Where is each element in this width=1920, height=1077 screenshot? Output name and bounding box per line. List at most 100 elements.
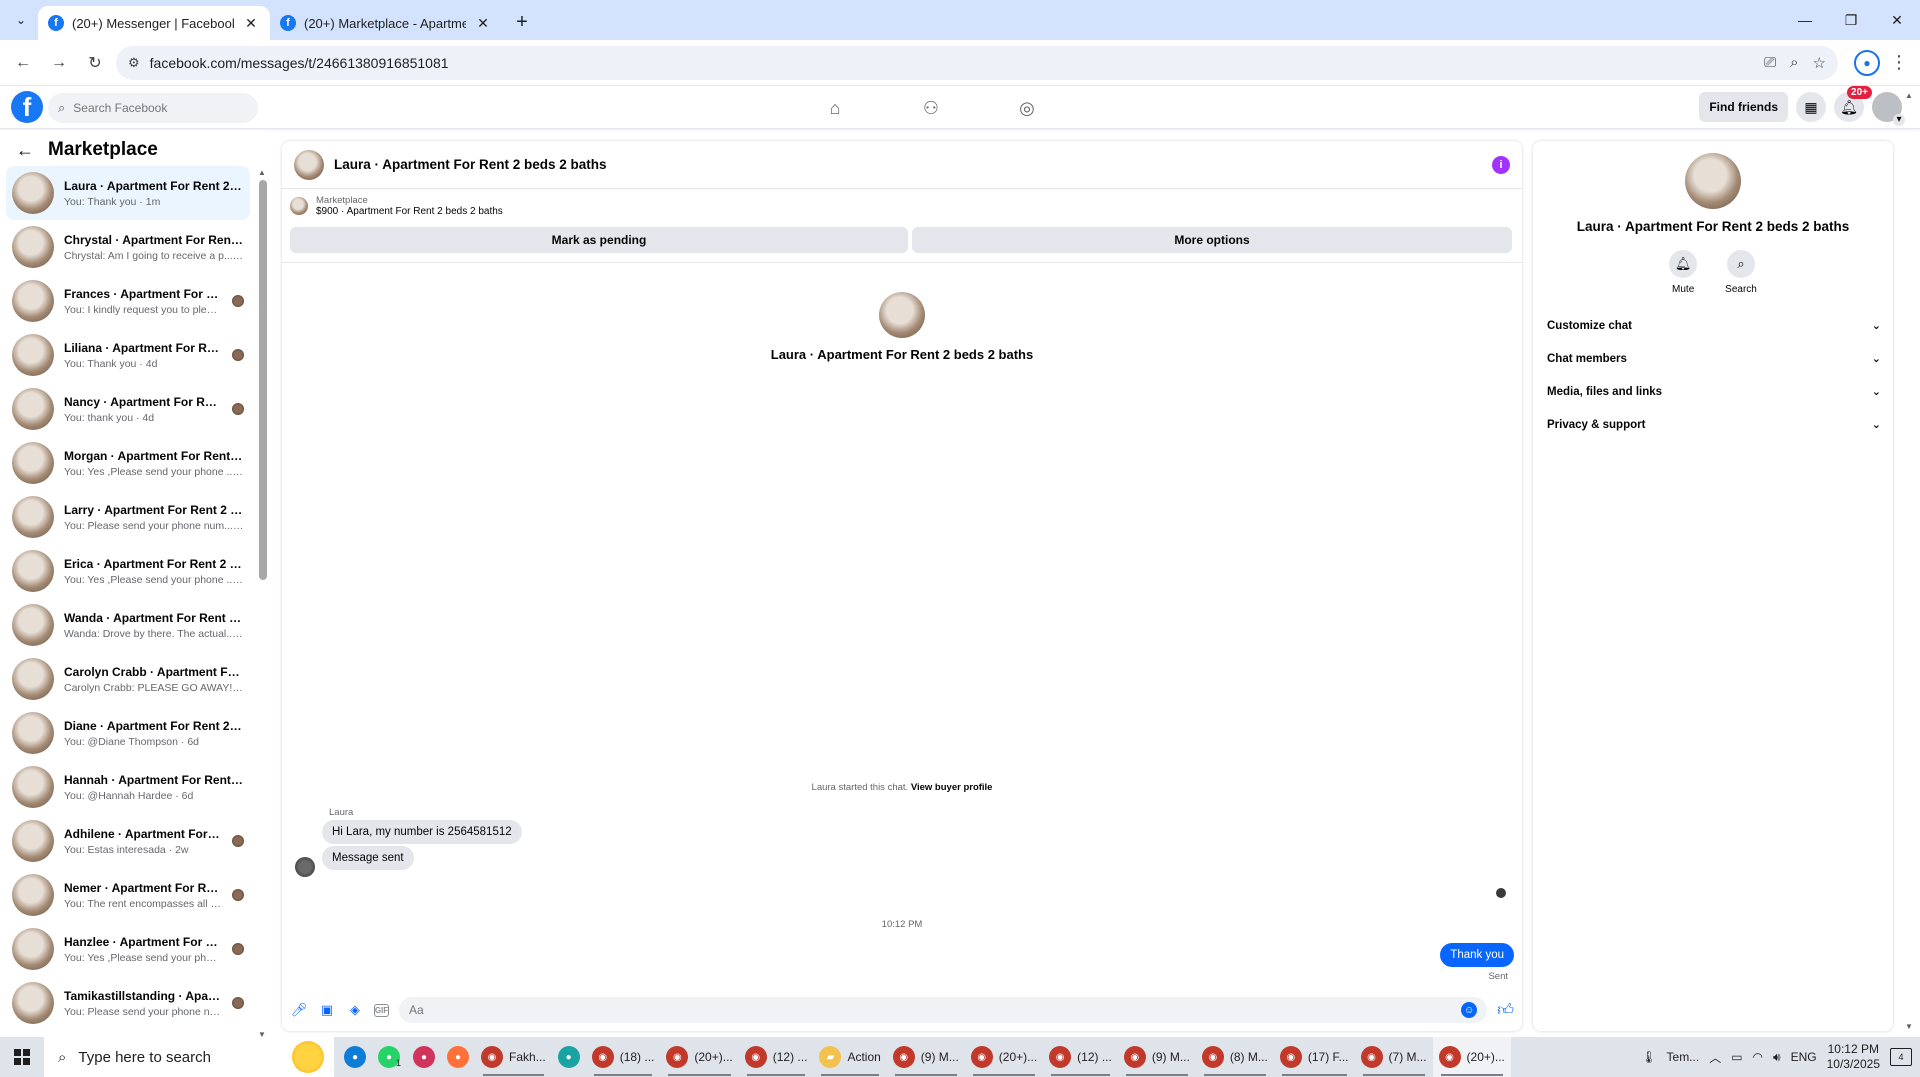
close-window-icon[interactable]: ✕ [1874, 0, 1920, 40]
back-arrow-icon[interactable]: ← [8, 48, 38, 78]
address-bar[interactable]: ⚙ facebook.com/messages/t/24661380916851… [116, 45, 1838, 80]
mark-as-pending-button[interactable]: Mark as pending [290, 227, 908, 253]
install-app-icon[interactable]: ⎚ [1764, 54, 1776, 72]
account-avatar[interactable] [1872, 92, 1905, 126]
search-in-conversation-button[interactable]: ⌕ Search [1725, 250, 1757, 295]
wifi-icon[interactable]: ◠ [1753, 1050, 1763, 1064]
conversation-item[interactable]: Larry · Apartment For Rent 2 be... You: P… [6, 490, 250, 544]
search-highlight-sun-icon[interactable] [292, 1041, 324, 1073]
taskbar-app-chrome[interactable]: ◉ (7) M... [1355, 1037, 1433, 1077]
thumbs-up-icon[interactable]: 👍︎ [1497, 1001, 1514, 1020]
emoji-icon[interactable]: ☺ [1461, 1002, 1478, 1018]
sidebar-scrollbar[interactable]: ▲ ▼ [258, 168, 268, 1039]
message-input-box[interactable]: ☺ [399, 997, 1488, 1023]
conversation-item[interactable]: Erica · Apartment For Rent 2 be... You: Y… [6, 544, 250, 598]
volume-icon[interactable]: 🔊︎ [1773, 1050, 1781, 1065]
conversation-item[interactable]: Nancy · Apartment For Rent ... You: thank… [6, 382, 250, 436]
conversation-item[interactable]: Wanda · Apartment For Rent 2 ... Wanda: D… [6, 598, 250, 652]
bookmark-star-icon[interactable]: ☆ [1813, 54, 1826, 72]
taskbar-app-chrome[interactable]: ◉ (12) ... [1043, 1037, 1118, 1077]
facebook-search-input[interactable] [73, 101, 224, 115]
meet-now-icon[interactable]: ▭ [1731, 1050, 1742, 1064]
back-arrow-icon[interactable]: ← [16, 140, 34, 161]
restore-icon[interactable]: ❐ [1828, 0, 1874, 40]
home-icon[interactable]: ⌂ [820, 93, 850, 123]
conversation-item[interactable]: Nemer · Apartment For Rent ... You: The r… [6, 868, 250, 922]
taskbar-app-firefox[interactable]: ● [441, 1037, 475, 1077]
taskbar-app-chrome[interactable]: ◉ (20+)... [660, 1037, 738, 1077]
info-section-privacy-support[interactable]: Privacy & support ⌄ [1545, 408, 1881, 441]
friends-icon[interactable]: ⚇ [916, 93, 946, 123]
conversation-item[interactable]: Hanzlee · Apartment For Ren... You: Yes ,… [6, 922, 250, 976]
menu-grid-icon[interactable]: ▦ [1796, 92, 1826, 122]
outgoing-message[interactable]: Thank you [1440, 943, 1514, 967]
scroll-down-icon[interactable]: ▼ [1905, 1022, 1913, 1031]
sticker-icon[interactable]: ◈ [346, 1001, 364, 1019]
taskbar-app-chrome[interactable]: ◉ (9) M... [1118, 1037, 1196, 1077]
groups-icon[interactable]: ◎ [1012, 93, 1042, 123]
sender-avatar[interactable] [295, 857, 315, 877]
scroll-up-icon[interactable]: ▲ [258, 168, 266, 177]
conversation-item[interactable]: Laura · Apartment For Rent 2 b... You: Th… [6, 166, 250, 220]
weather-label[interactable]: Tem... [1667, 1050, 1700, 1064]
new-tab-plus-icon[interactable]: + [508, 8, 536, 36]
clock[interactable]: 10:12 PM 10/3/2025 [1827, 1042, 1880, 1072]
taskbar-search[interactable]: ⌕ Type here to search [44, 1037, 334, 1077]
conversation-item[interactable]: Liliana · Apartment For Rent ... You: Tha… [6, 328, 250, 382]
browser-menu-icon[interactable]: ⋮ [1886, 52, 1912, 73]
taskbar-app-chrome[interactable]: ◉ (9) M... [887, 1037, 965, 1077]
reload-icon[interactable]: ↻ [80, 48, 110, 78]
gif-icon[interactable]: GIF [374, 1003, 389, 1017]
message-input[interactable] [409, 1003, 1462, 1017]
taskbar-app-folder[interactable]: ▰ Action [813, 1037, 886, 1077]
action-center-icon[interactable]: 4 [1890, 1048, 1912, 1066]
taskbar-app-chrome[interactable]: ◉ Fakh... [475, 1037, 552, 1077]
taskbar-app-app-s[interactable]: ● [552, 1037, 586, 1077]
taskbar-app-chrome[interactable]: ◉ (18) ... [586, 1037, 661, 1077]
facebook-search[interactable]: ⌕ [48, 93, 258, 123]
taskbar-app-chrome[interactable]: ◉ (20+)... [965, 1037, 1043, 1077]
taskbar-app-chrome[interactable]: ◉ (12) ... [739, 1037, 814, 1077]
forward-arrow-icon[interactable]: → [44, 48, 74, 78]
conversation-item[interactable]: Adhilene · Apartment For Re... You: Estas… [6, 814, 250, 868]
notifications-bell-icon[interactable]: 🔔︎ 20+ [1834, 86, 1872, 122]
conversation-item[interactable]: Frances · Apartment For Rent... You: I ki… [6, 274, 250, 328]
site-settings-icon[interactable]: ⚙ [128, 55, 140, 71]
browser-tab-marketplace[interactable]: f (20+) Marketplace - Apartment ✕ [270, 6, 502, 40]
zoom-icon[interactable]: ⌕ [1790, 54, 1798, 72]
chat-title[interactable]: Laura · Apartment For Rent 2 beds 2 bath… [334, 157, 1482, 172]
taskbar-app-chrome[interactable]: ◉ (20+)... [1432, 1037, 1511, 1077]
browser-tab-messenger[interactable]: f (20+) Messenger | Facebook ✕ [38, 6, 270, 40]
find-friends-button[interactable]: Find friends [1699, 92, 1788, 122]
taskbar-app-edge[interactable]: ● [338, 1037, 372, 1077]
minimize-icon[interactable]: — [1782, 0, 1828, 40]
tab-close-icon[interactable]: ✕ [474, 14, 492, 32]
taskbar-app-chrome[interactable]: ◉ (8) M... [1196, 1037, 1274, 1077]
voice-clip-icon[interactable]: 🎤︎ [290, 1001, 308, 1019]
page-scrollbar[interactable]: ▲ ▼ [1903, 91, 1915, 1031]
info-avatar[interactable] [1685, 153, 1741, 209]
tab-close-icon[interactable]: ✕ [242, 14, 260, 32]
intro-avatar[interactable] [879, 292, 925, 338]
incoming-message[interactable]: Hi Lara, my number is 2564581512 [322, 820, 522, 844]
windows-start-icon[interactable] [0, 1037, 44, 1077]
scrollbar-thumb[interactable] [259, 180, 267, 580]
more-options-button[interactable]: More options [912, 227, 1512, 253]
tab-search-chevron-icon[interactable]: ⌄ [8, 7, 34, 33]
mute-button[interactable]: 🔔︎ Mute [1669, 250, 1698, 295]
conversation-item[interactable]: Hannah · Apartment For Rent 2... You: @Ha… [6, 760, 250, 814]
conversation-item[interactable]: Diane · Apartment For Rent 2 b... You: @D… [6, 706, 250, 760]
conversation-item[interactable]: Morgan · Apartment For Rent 2... You: Yes… [6, 436, 250, 490]
conversation-item[interactable]: Chrystal · Apartment For Rent 2... Chryst… [6, 220, 250, 274]
taskbar-app-whatsapp[interactable]: ● 1 [372, 1037, 407, 1077]
taskbar-app-chrome[interactable]: ◉ (17) F... [1274, 1037, 1355, 1077]
incoming-message[interactable]: Message sent [322, 846, 414, 870]
show-hidden-icons-chevron-icon[interactable]: ︿ [1709, 1049, 1721, 1066]
url-text[interactable]: facebook.com/messages/t/2466138091685108… [150, 55, 1754, 71]
chat-avatar[interactable] [294, 149, 324, 180]
facebook-logo-icon[interactable]: f [11, 91, 43, 123]
info-section-chat-members[interactable]: Chat members ⌄ [1545, 342, 1881, 375]
taskbar-app-snipping-tool[interactable]: ● [407, 1037, 441, 1077]
view-buyer-profile-link[interactable]: View buyer profile [911, 782, 993, 793]
info-section-customize-chat[interactable]: Customize chat ⌄ [1545, 309, 1881, 342]
